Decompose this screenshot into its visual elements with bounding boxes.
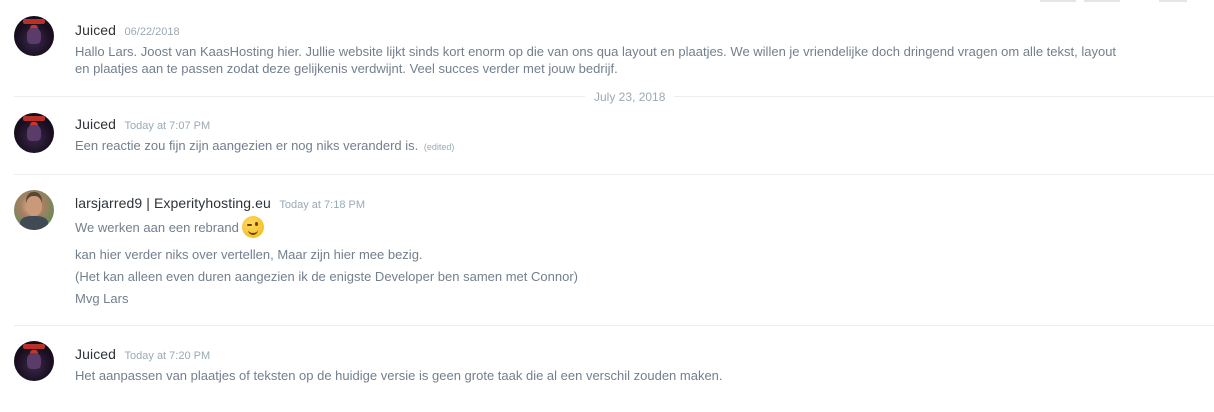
date-divider: July 23, 2018 [14,88,1214,106]
timestamp: Today at 7:20 PM [124,350,211,362]
juiced-avatar[interactable] [14,113,54,153]
juiced-avatar[interactable] [14,16,54,56]
message-header: Juiced Today at 7:20 PM [75,344,1204,364]
message-header: larsjarred9 | Experityhosting.eu Today a… [75,193,1204,213]
timestamp: Today at 7:18 PM [279,199,365,211]
message-content: Juiced 06/22/2018 Hallo Lars. Joost van … [75,20,1204,77]
juiced-avatar[interactable] [14,341,54,381]
message-group: larsjarred9 | Experityhosting.eu Today a… [0,175,1214,325]
message-content: Juiced Today at 7:07 PM Een reactie zou … [75,114,1204,156]
username[interactable]: Juiced [75,22,116,38]
message-content: larsjarred9 | Experityhosting.eu Today a… [75,193,1204,310]
date-divider-label: July 23, 2018 [585,88,675,106]
message-text-body: We werken aan een rebrand [75,220,239,235]
winking-face-emoji-icon[interactable] [241,215,264,238]
message-text: (Het kan alleen even duren aangezien ik … [75,268,578,284]
message-text: Hallo Lars. Joost van KaasHosting hier. … [75,44,1117,59]
message-content: Juiced Today at 7:20 PM Het aanpassen va… [75,344,1204,384]
edited-tag: (edited) [423,142,455,152]
message-text: en plaatjes aan te passen zodat deze gel… [75,61,618,76]
timestamp: Today at 7:07 PM [124,120,211,132]
message-group: Juiced 06/22/2018 Hallo Lars. Joost van … [0,0,1214,88]
message-header: Juiced 06/22/2018 [75,20,1204,40]
message-group: Juiced Today at 7:20 PM Het aanpassen va… [0,326,1214,412]
chat-message-list: Juiced 06/22/2018 Hallo Lars. Joost van … [0,0,1214,412]
timestamp: 06/22/2018 [124,26,180,38]
message-text: Het aanpassen van plaatjes of teksten op… [75,368,723,383]
message-text: Een reactie zou fijn zijn aangezien er n… [75,137,1204,156]
username[interactable]: larsjarred9 | Experityhosting.eu [75,195,271,211]
message-text: kan hier verder niks over vertellen, Maa… [75,246,423,262]
message-group: Juiced Today at 7:07 PM Een reactie zou … [0,106,1214,174]
username[interactable]: Juiced [75,346,116,362]
message-text: Mvg Lars [75,290,129,306]
message-text: We werken aan een rebrand [75,215,1204,240]
message-header: Juiced Today at 7:07 PM [75,114,1204,134]
lars-avatar[interactable] [14,190,54,230]
message-text-body: Een reactie zou fijn zijn aangezien er n… [75,138,419,153]
username[interactable]: Juiced [75,116,116,132]
